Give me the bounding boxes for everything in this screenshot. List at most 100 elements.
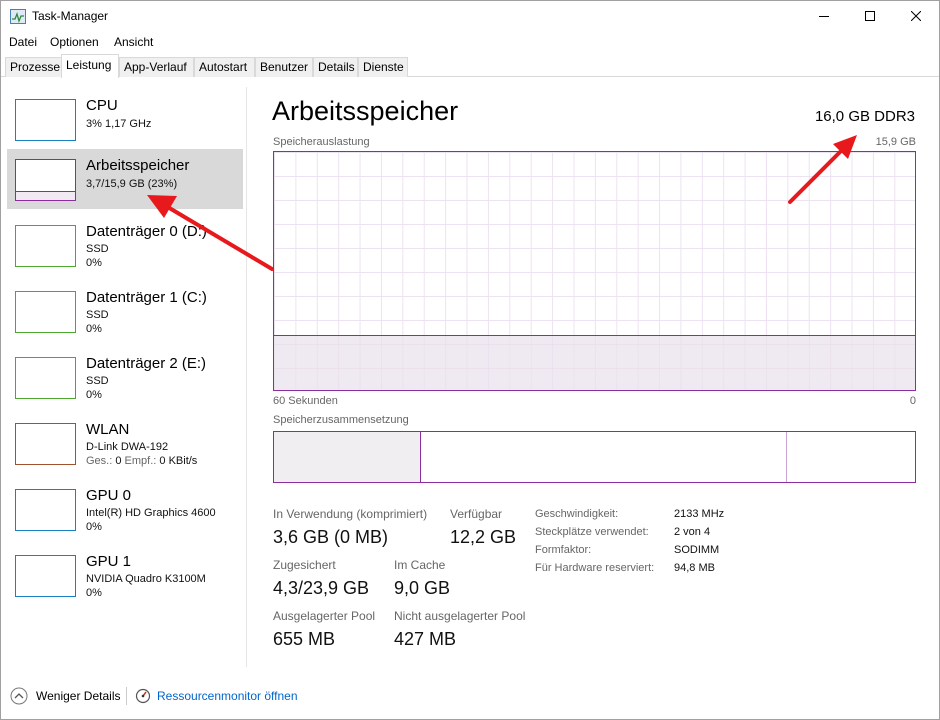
task-manager-window: Task-Manager Datei Optionen Ansicht Proz… [0, 0, 940, 720]
composition-in-use [274, 432, 422, 482]
tab-bar: Prozesse Leistung App-Verlauf Autostart … [1, 54, 939, 78]
tab-performance[interactable]: Leistung [61, 54, 119, 78]
spec-formfactor-value: SODIMM [674, 544, 720, 556]
paged-pool-value: 655 MB [273, 629, 336, 649]
sidebar-item-detail: Intel(R) HD Graphics 4600 [86, 507, 216, 519]
available-label: Verfügbar [450, 507, 503, 521]
memory-usage-fill [274, 335, 915, 390]
sidebar-item-title: Datenträger 2 (E:) [86, 355, 207, 372]
sidebar-item-usage: 0% [86, 521, 102, 533]
sidebar-item-throughput: Ges.: 0 Empf.: 0 KBit/s [86, 455, 197, 467]
resource-monitor-icon [135, 688, 151, 704]
sidebar-item-usage: 0% [86, 323, 102, 335]
footer-divider [126, 687, 127, 705]
title-bar: Task-Manager [1, 1, 939, 32]
gpu-mini-graph [15, 555, 76, 597]
menu-options[interactable]: Optionen [50, 35, 99, 49]
tab-users[interactable]: Benutzer [255, 57, 313, 77]
sidebar-item-usage: 0% [86, 389, 102, 401]
minimize-button[interactable] [801, 1, 847, 31]
cpu-mini-graph [15, 99, 76, 141]
receive-label: Empf.: [124, 455, 157, 467]
sidebar-item-detail: 3,7/15,9 GB (23%) [86, 178, 178, 190]
sidebar-item-detail: SSD [86, 309, 109, 321]
tab-services[interactable]: Dienste [358, 57, 408, 77]
sidebar-item-detail: 3% 1,17 GHz [86, 118, 152, 130]
spec-slots-value: 2 von 4 [674, 526, 711, 538]
spec-reserved-label: Für Hardware reserviert: [535, 562, 655, 574]
sidebar-item-detail: D-Link DWA-192 [86, 441, 169, 453]
memory-mini-graph [15, 159, 76, 201]
disk-mini-graph [15, 357, 76, 399]
composition-standby [421, 432, 787, 482]
nonpaged-pool-label: Nicht ausgelagerter Pool [394, 609, 526, 623]
tab-app-history[interactable]: App-Verlauf [119, 57, 194, 77]
chevron-up-circle-icon[interactable] [10, 687, 28, 705]
menu-bar: Datei Optionen Ansicht [1, 32, 939, 52]
sidebar-item-disk-1[interactable]: Datenträger 1 (C:) SSD 0% [7, 281, 243, 341]
sidebar-item-title: GPU 1 [86, 553, 132, 570]
gpu-mini-graph [15, 489, 76, 531]
sidebar-item-usage: 0% [86, 257, 102, 269]
spec-reserved-value: 94,8 MB [674, 562, 715, 574]
sidebar-item-title: GPU 0 [86, 487, 132, 504]
cached-label: Im Cache [394, 558, 446, 572]
composition-label: Speicherzusammensetzung [273, 414, 409, 426]
sidebar-item-title: Datenträger 1 (C:) [86, 289, 207, 306]
sidebar-item-disk-2[interactable]: Datenträger 2 (E:) SSD 0% [7, 347, 243, 407]
sidebar-item-disk-0[interactable]: Datenträger 0 (D:) SSD 0% [7, 215, 243, 275]
spec-formfactor-label: Formfaktor: [535, 544, 592, 556]
open-resource-monitor-link[interactable]: Ressourcenmonitor öffnen [157, 689, 298, 703]
sidebar-item-usage: 0% [86, 587, 102, 599]
sidebar-item-gpu-0[interactable]: GPU 0 Intel(R) HD Graphics 4600 0% [7, 479, 243, 539]
window-title: Task-Manager [32, 9, 109, 23]
menu-file[interactable]: Datei [9, 35, 37, 49]
network-mini-graph [15, 423, 76, 465]
cached-value: 9,0 GB [394, 578, 451, 598]
send-label: Ges.: [86, 455, 113, 467]
maximize-icon [865, 11, 875, 21]
paged-pool-label: Ausgelagerter Pool [273, 609, 376, 623]
sidebar-item-cpu[interactable]: CPU 3% 1,17 GHz [7, 89, 243, 149]
in-use-value: 3,6 GB (0 MB) [273, 527, 389, 547]
sidebar-item-wlan[interactable]: WLAN D-Link DWA-192 Ges.: 0 Empf.: 0 KBi… [7, 413, 243, 473]
memory-usage-graph [273, 151, 916, 391]
sidebar-item-title: Arbeitsspeicher [86, 157, 190, 174]
usage-graph-label: Speicherauslastung [273, 136, 370, 148]
task-manager-app-icon [10, 9, 26, 24]
sidebar-item-memory[interactable]: Arbeitsspeicher 3,7/15,9 GB (23%) [7, 149, 243, 209]
disk-mini-graph [15, 225, 76, 267]
available-value: 12,2 GB [450, 527, 517, 547]
nonpaged-pool-value: 427 MB [394, 629, 457, 649]
send-value: 0 [115, 455, 122, 467]
sidebar-item-detail: NVIDIA Quadro K3100M [86, 573, 206, 585]
sidebar-item-detail: SSD [86, 375, 109, 387]
tab-processes[interactable]: Prozesse [5, 57, 62, 77]
memory-spec: 16,0 GB DDR3 [814, 108, 915, 125]
usage-graph-max: 15,9 GB [875, 136, 916, 148]
sidebar-item-gpu-1[interactable]: GPU 1 NVIDIA Quadro K3100M 0% [7, 545, 243, 605]
performance-sidebar: CPU 3% 1,17 GHz Arbeitsspeicher 3,7/15,9… [1, 87, 247, 667]
graph-time-start: 60 Sekunden [273, 395, 338, 407]
sidebar-item-detail: SSD [86, 243, 109, 255]
committed-value: 4,3/23,9 GB [273, 578, 370, 598]
fewer-details-link[interactable]: Weniger Details [36, 689, 120, 703]
menu-view[interactable]: Ansicht [114, 35, 153, 49]
memory-composition-bar [273, 431, 916, 483]
graph-time-end: 0 [909, 395, 916, 407]
memory-detail-panel: Arbeitsspeicher 16,0 GB DDR3 Speicheraus… [247, 87, 937, 667]
page-title: Arbeitsspeicher [272, 96, 459, 126]
spec-speed-value: 2133 MHz [674, 508, 725, 520]
receive-value: 0 KBit/s [159, 455, 198, 467]
tab-details[interactable]: Details [313, 57, 358, 77]
close-button[interactable] [893, 1, 939, 31]
sidebar-item-title: WLAN [86, 421, 130, 438]
footer-bar: Weniger Details Ressourcenmonitor öffnen [1, 677, 939, 717]
committed-label: Zugesichert [273, 558, 336, 572]
sidebar-item-title: Datenträger 0 (D:) [86, 223, 207, 240]
maximize-button[interactable] [847, 1, 893, 31]
tab-startup[interactable]: Autostart [194, 57, 255, 77]
spec-slots-label: Steckplätze verwendet: [535, 526, 649, 538]
in-use-label: In Verwendung (komprimiert) [273, 507, 428, 521]
close-icon [911, 11, 921, 21]
